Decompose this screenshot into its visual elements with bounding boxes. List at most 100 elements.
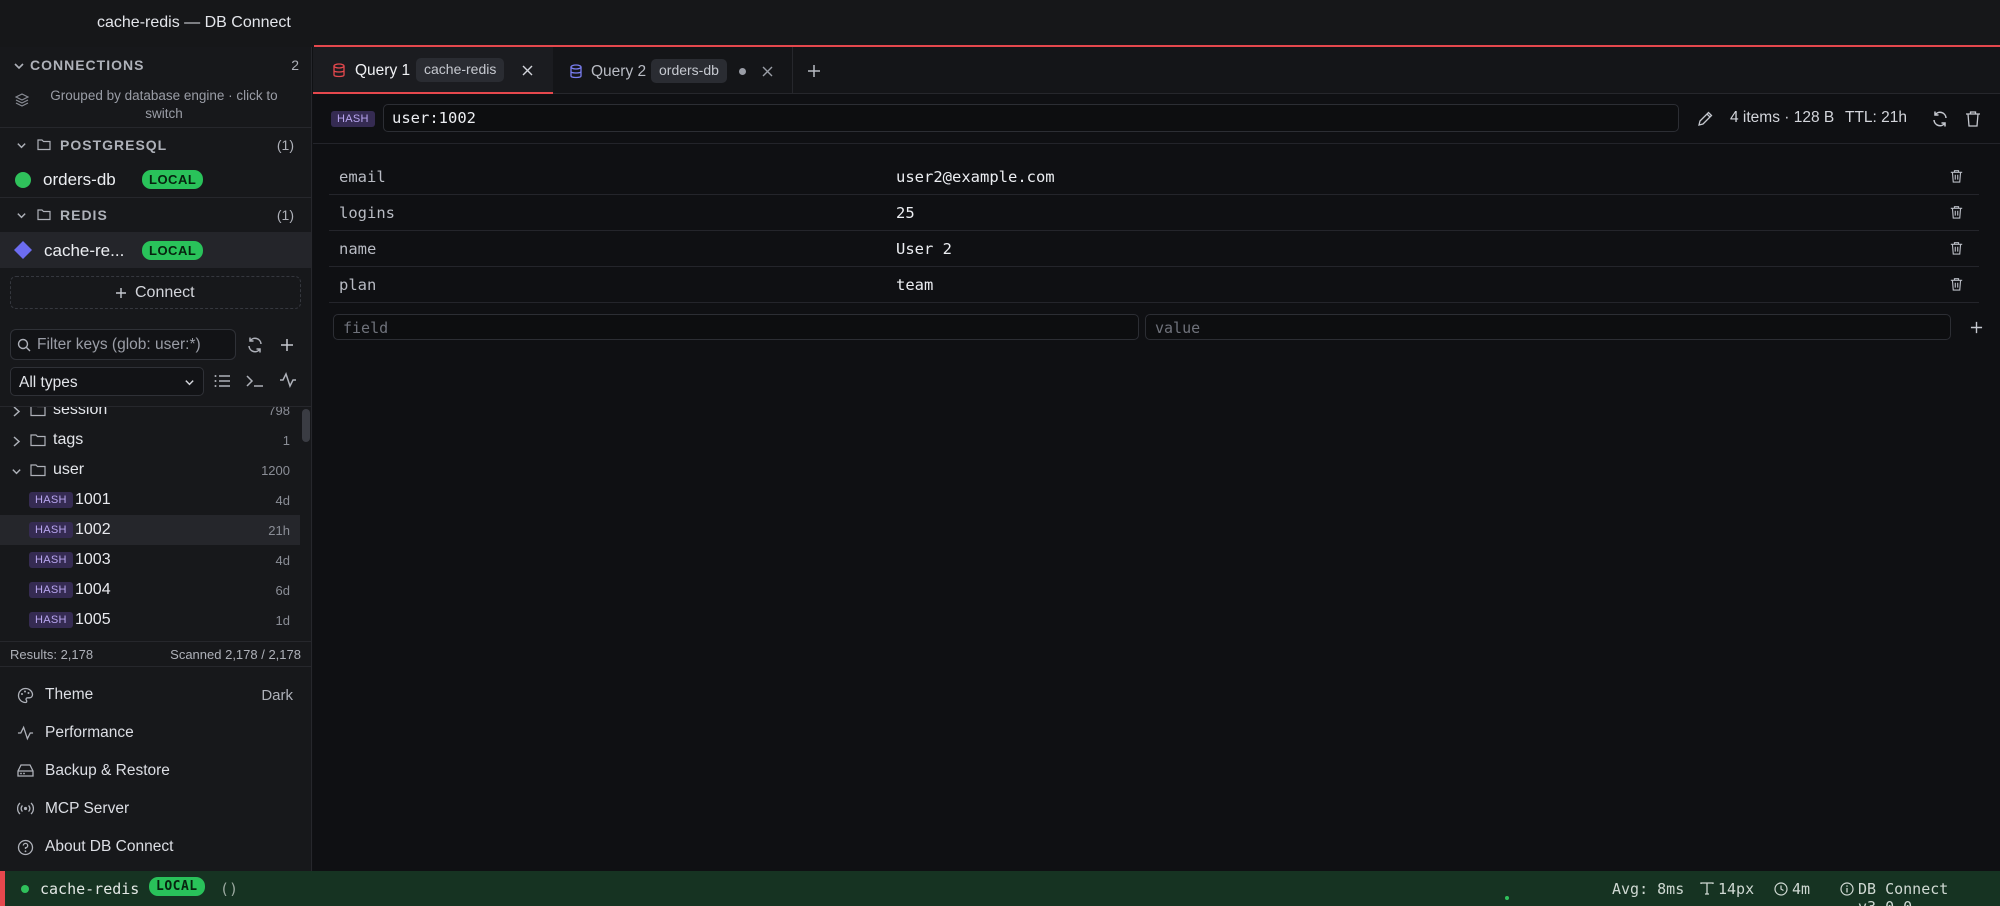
folder-session[interactable]: session 798 bbox=[0, 407, 300, 425]
connect-button[interactable]: Connect bbox=[10, 276, 301, 309]
menu-mcp-server[interactable]: MCP Server bbox=[0, 791, 311, 828]
chevron-down-icon[interactable] bbox=[16, 210, 27, 221]
sidebar: CONNECTIONS 2 Grouped by database engine… bbox=[0, 47, 312, 871]
chevron-right-icon bbox=[12, 407, 21, 417]
folder-icon bbox=[30, 433, 46, 447]
field-value[interactable]: team bbox=[896, 276, 933, 294]
status-font-size[interactable]: 14px bbox=[1718, 880, 1754, 898]
activity-icon[interactable] bbox=[279, 372, 297, 388]
help-circle-icon bbox=[17, 839, 34, 856]
trash-icon[interactable] bbox=[1950, 241, 1963, 255]
filter-keys-input[interactable]: Filter keys (glob: user:*) bbox=[10, 329, 236, 360]
grouping-toggle[interactable]: Grouped by database engine · click to sw… bbox=[0, 83, 311, 125]
new-field-input[interactable]: field bbox=[333, 314, 1139, 340]
hash-field-row[interactable]: logins 25 bbox=[329, 195, 1979, 231]
key-name-input[interactable]: user:1002 bbox=[383, 104, 1679, 132]
list-view-icon[interactable] bbox=[214, 373, 231, 389]
chevron-down-icon[interactable] bbox=[13, 60, 25, 72]
folder-tags[interactable]: tags 1 bbox=[0, 425, 300, 455]
hash-field-row[interactable]: name User 2 bbox=[329, 231, 1979, 267]
theme-value: Dark bbox=[261, 687, 293, 704]
type-badge: HASH bbox=[29, 582, 73, 598]
field-value[interactable]: user2@example.com bbox=[896, 168, 1055, 186]
results-count: Results: 2,178 bbox=[10, 647, 94, 662]
key-ttl: 4d bbox=[275, 493, 290, 508]
filter-placeholder: Filter keys (glob: user:*) bbox=[37, 336, 201, 353]
close-icon[interactable] bbox=[762, 66, 773, 77]
connection-cache-redis[interactable]: cache-re... LOCAL bbox=[0, 232, 311, 268]
key-name: 1001 bbox=[75, 491, 111, 508]
postgres-dot-icon bbox=[15, 172, 31, 188]
key-tree-scrollbar[interactable] bbox=[302, 409, 310, 442]
status-local-badge: LOCAL bbox=[149, 877, 205, 896]
delete-key-trash-icon[interactable] bbox=[1965, 110, 1981, 127]
field-value[interactable]: User 2 bbox=[896, 240, 952, 258]
folder-open-icon bbox=[37, 208, 52, 221]
layers-icon bbox=[15, 93, 29, 107]
menu-performance[interactable]: Performance bbox=[0, 715, 311, 752]
key-row[interactable]: HASH 1001 4d bbox=[0, 485, 300, 515]
group-postgresql[interactable]: POSTGRESQL (1) bbox=[0, 127, 311, 161]
edit-pencil-icon[interactable] bbox=[1697, 111, 1713, 127]
add-field-plus-icon[interactable] bbox=[1970, 321, 1983, 334]
field-name: email bbox=[339, 168, 386, 186]
refresh-icon[interactable] bbox=[1931, 110, 1949, 128]
connection-orders-db[interactable]: orders-db LOCAL bbox=[0, 162, 311, 196]
folder-name: user bbox=[53, 461, 85, 478]
refresh-icon[interactable] bbox=[246, 336, 264, 354]
chevron-right-icon bbox=[12, 436, 21, 447]
type-select-value: All types bbox=[19, 374, 78, 391]
trash-icon[interactable] bbox=[1950, 169, 1963, 183]
key-row-selected[interactable]: HASH 1002 21h bbox=[0, 515, 300, 545]
field-name: logins bbox=[339, 204, 395, 222]
key-row[interactable]: HASH 1005 1d bbox=[0, 605, 300, 635]
group-count: (1) bbox=[276, 207, 294, 223]
key-summary: 4 items · 128 B bbox=[1730, 109, 1835, 126]
hash-field-row[interactable]: email user2@example.com bbox=[329, 159, 1979, 195]
tab-query-1[interactable]: Query 1 cache-redis bbox=[313, 47, 553, 94]
folder-open-icon bbox=[37, 138, 52, 151]
folder-user[interactable]: user 1200 bbox=[0, 455, 300, 485]
tab-query-2[interactable]: Query 2 orders-db bbox=[553, 47, 793, 94]
add-key-icon[interactable] bbox=[280, 338, 294, 352]
close-icon[interactable] bbox=[522, 65, 533, 76]
tab-connection-pill: orders-db bbox=[651, 59, 727, 83]
type-select[interactable]: All types bbox=[10, 367, 204, 396]
new-value-input[interactable]: value bbox=[1145, 314, 1951, 340]
group-redis[interactable]: REDIS (1) bbox=[0, 197, 311, 231]
new-tab-plus-icon[interactable] bbox=[807, 64, 821, 78]
window-title: cache-redis — DB Connect bbox=[97, 14, 291, 31]
terminal-icon[interactable] bbox=[246, 374, 264, 388]
key-row[interactable]: HASH 1004 6d bbox=[0, 575, 300, 605]
connections-header[interactable]: CONNECTIONS 2 bbox=[0, 47, 311, 83]
key-ttl: TTL: 21h bbox=[1845, 109, 1908, 126]
key-name: 1003 bbox=[75, 551, 111, 568]
trash-icon[interactable] bbox=[1950, 277, 1963, 291]
field-value[interactable]: 25 bbox=[896, 204, 915, 222]
menu-backup-restore[interactable]: Backup & Restore bbox=[0, 753, 311, 790]
main-panel: Query 1 cache-redis Query 2 orders-db HA… bbox=[313, 47, 2000, 871]
font-size-icon[interactable] bbox=[1700, 882, 1714, 895]
menu-theme[interactable]: Theme Dark bbox=[0, 677, 311, 714]
hard-drive-icon bbox=[17, 763, 34, 778]
field-name: name bbox=[339, 240, 377, 258]
chevron-down-icon[interactable] bbox=[16, 140, 27, 151]
palette-icon bbox=[17, 687, 34, 704]
menu-about[interactable]: About DB Connect bbox=[0, 829, 311, 866]
status-connection: cache-redis bbox=[40, 880, 140, 898]
connection-name: cache-re... bbox=[44, 241, 125, 260]
key-row[interactable]: HASH 1003 4d bbox=[0, 545, 300, 575]
status-uptime: 4m bbox=[1792, 880, 1811, 898]
local-badge: LOCAL bbox=[142, 170, 204, 189]
type-badge: HASH bbox=[29, 492, 73, 508]
info-icon[interactable] bbox=[1840, 882, 1854, 896]
grouping-hint: Grouped by database engine · click to sw… bbox=[50, 88, 278, 121]
type-badge: HASH bbox=[29, 552, 73, 568]
hash-field-row[interactable]: plan team bbox=[329, 267, 1979, 303]
folder-count: 1200 bbox=[261, 463, 290, 478]
activity-icon bbox=[17, 725, 34, 741]
trash-icon[interactable] bbox=[1950, 205, 1963, 219]
folder-count: 1 bbox=[282, 433, 290, 448]
radio-icon bbox=[17, 801, 34, 816]
folder-icon bbox=[30, 407, 46, 417]
